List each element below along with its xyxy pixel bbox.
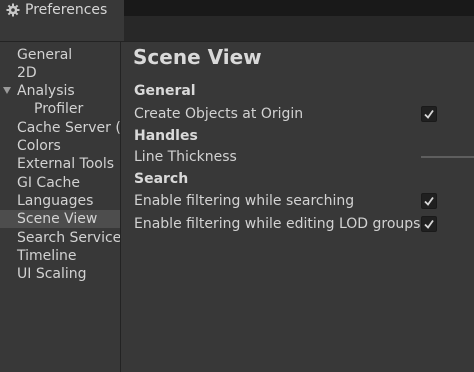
sidebar-item-label: Search Service [17, 230, 121, 246]
sidebar-item-label: 2D [17, 65, 37, 81]
tab-strip [124, 16, 474, 42]
sidebar-item-label: GI Cache [17, 175, 80, 191]
page-title: Scene View [133, 45, 262, 69]
settings-panel: Scene View General Create Objects at Ori… [121, 42, 474, 372]
sidebar-item-2d[interactable]: 2D [0, 64, 120, 82]
preferences-sidebar: General 2D Analysis Profiler Cache Serve… [0, 42, 121, 372]
line-thickness-slider[interactable] [421, 156, 474, 158]
sidebar-item-timeline[interactable]: Timeline [0, 247, 120, 265]
filter-while-searching-checkbox[interactable] [421, 193, 437, 209]
filter-while-searching-label: Enable filtering while searching [134, 193, 355, 209]
filter-while-editing-lod-checkbox[interactable] [421, 216, 437, 232]
checkmark-icon [424, 109, 434, 119]
sidebar-item-label: General [17, 47, 73, 63]
sidebar-item-label: Colors [17, 138, 61, 154]
create-objects-at-origin-checkbox[interactable] [421, 106, 437, 122]
line-thickness-label: Line Thickness [134, 149, 237, 165]
sidebar-item-label: Analysis [17, 83, 75, 99]
preferences-tab-label: Preferences [25, 2, 108, 18]
preferences-tab[interactable]: Preferences [0, 0, 124, 20]
sidebar-item-label: Scene View [17, 211, 98, 227]
sidebar-item-profiler[interactable]: Profiler [0, 100, 120, 118]
gear-icon [5, 2, 21, 18]
sidebar-item-search-service[interactable]: Search Service [0, 229, 120, 247]
sidebar-item-label: UI Scaling [17, 266, 87, 282]
section-heading-general: General [134, 83, 196, 99]
checkmark-icon [424, 219, 434, 229]
sidebar-item-colors[interactable]: Colors [0, 137, 120, 155]
sidebar-item-gi-cache[interactable]: GI Cache [0, 174, 120, 192]
sidebar-item-label: Profiler [34, 101, 84, 117]
sidebar-item-general[interactable]: General [0, 46, 120, 64]
section-heading-search: Search [134, 171, 189, 187]
create-objects-at-origin-label: Create Objects at Origin [134, 106, 304, 122]
sidebar-item-label: Cache Server (g [17, 120, 121, 136]
sidebar-item-analysis[interactable]: Analysis [0, 82, 120, 100]
sidebar-item-label: Timeline [17, 248, 77, 264]
sidebar-item-external-tools[interactable]: External Tools [0, 155, 120, 173]
checkmark-icon [424, 196, 434, 206]
sidebar-item-label: External Tools [17, 156, 115, 172]
sidebar-item-label: Languages [17, 193, 94, 209]
filter-while-editing-lod-label: Enable filtering while editing LOD group… [134, 216, 421, 232]
sidebar-item-cache-server[interactable]: Cache Server (g [0, 119, 120, 137]
sidebar-item-scene-view[interactable]: Scene View [0, 210, 120, 228]
sidebar-item-languages[interactable]: Languages [0, 192, 120, 210]
section-heading-handles: Handles [134, 128, 198, 144]
sidebar-item-ui-scaling[interactable]: UI Scaling [0, 265, 120, 283]
triangle-down-icon[interactable] [3, 87, 11, 94]
